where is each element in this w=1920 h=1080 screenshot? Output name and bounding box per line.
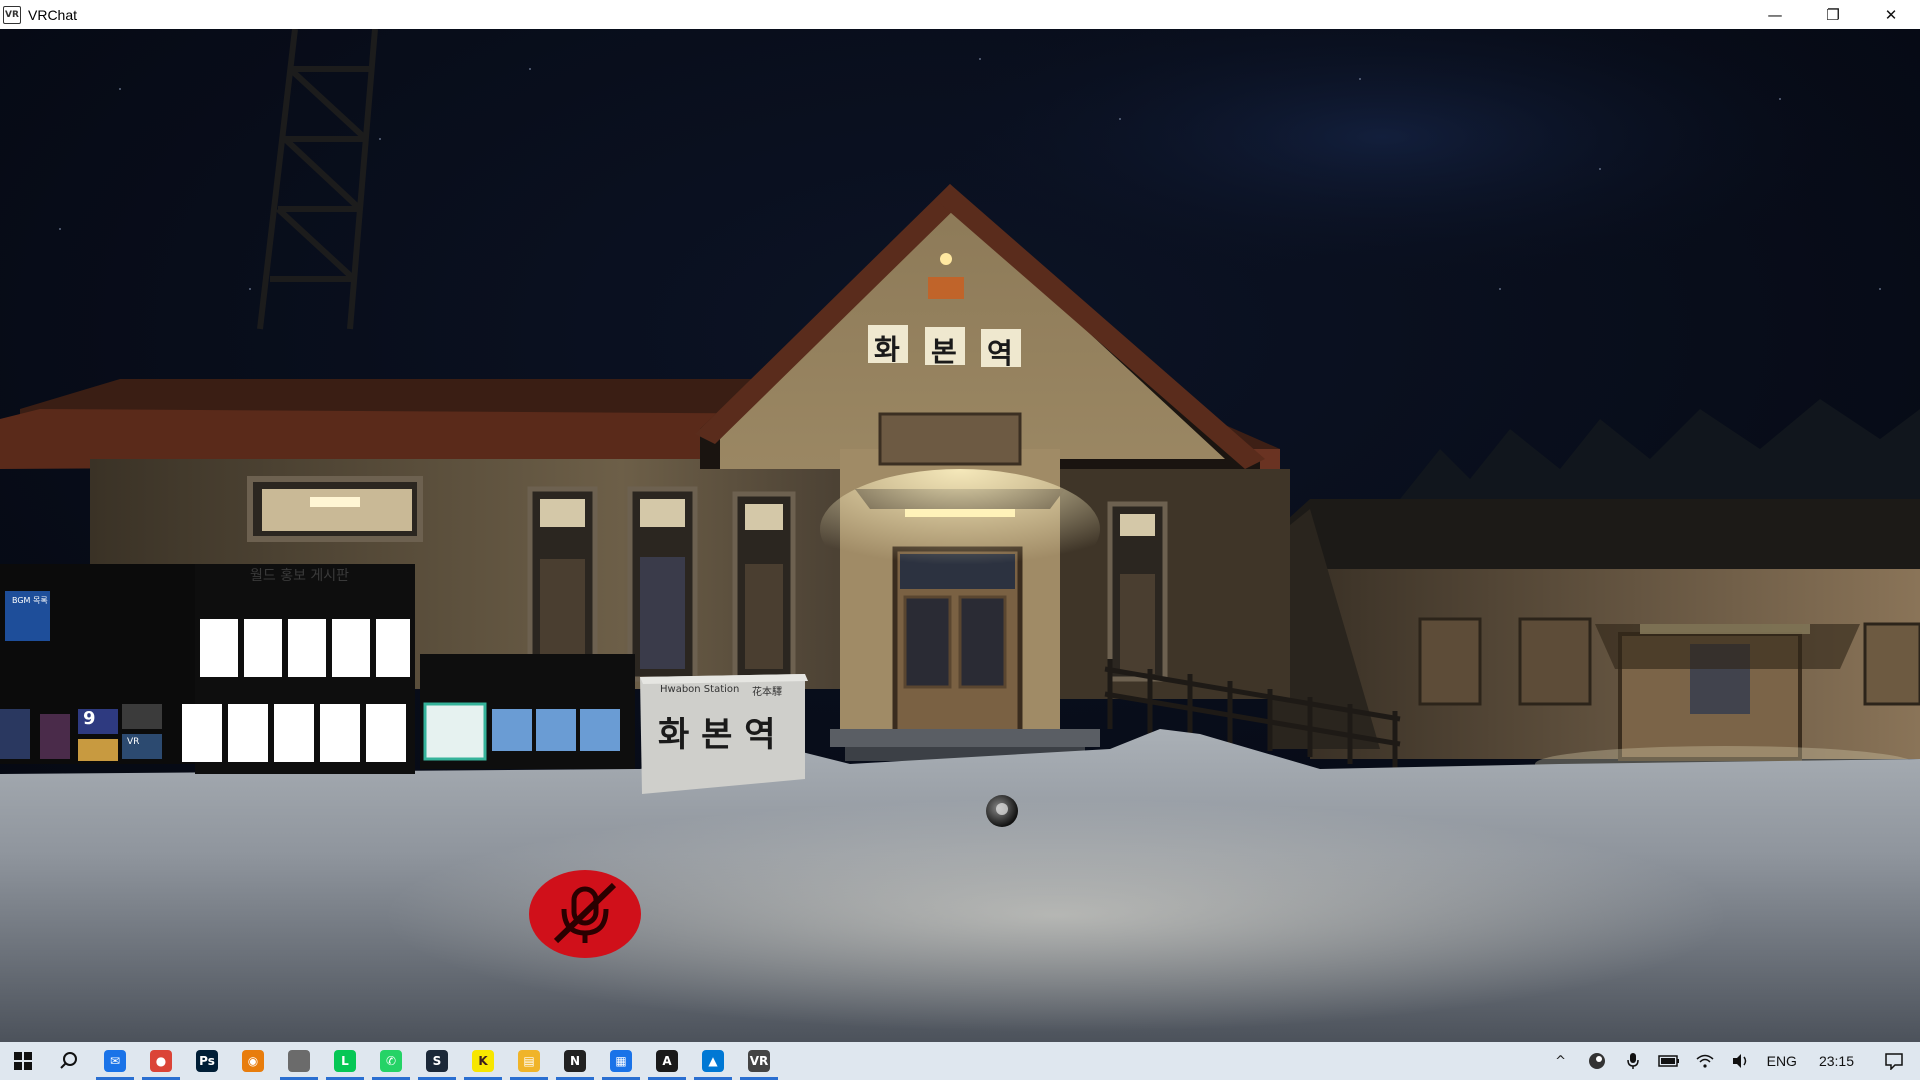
mail-icon: ✉ xyxy=(104,1050,126,1072)
volume-icon[interactable] xyxy=(1723,1042,1759,1080)
input-language[interactable]: ENG xyxy=(1759,1042,1805,1080)
microphone-muted-icon xyxy=(529,870,641,958)
search-button[interactable] xyxy=(46,1042,92,1080)
calendar-icon: ▦ xyxy=(610,1050,632,1072)
taskbar-app-file-explorer[interactable]: ▤ xyxy=(506,1042,552,1080)
apple-icon xyxy=(288,1050,310,1072)
photoshop-icon: Ps xyxy=(196,1050,218,1072)
taskbar-app-chrome[interactable]: ● xyxy=(138,1042,184,1080)
game-viewport[interactable]: 화 본 역 월드 홍보 게시판 BGM 목록 9 VR Hwabon Stati… xyxy=(0,29,1920,1042)
steam-icon: S xyxy=(426,1050,448,1072)
roof-sign-char-1: 화 xyxy=(874,333,900,366)
station-right-wall xyxy=(1060,469,1290,699)
system-tray: ^ ENG 23:15 xyxy=(1543,1042,1920,1080)
roof-sign-char-3: 역 xyxy=(987,337,1013,370)
poster-number: 9 xyxy=(83,708,96,729)
photos-icon: ▲ xyxy=(702,1050,724,1072)
wifi-icon[interactable] xyxy=(1687,1042,1723,1080)
poster-vr-label: VR xyxy=(127,737,140,747)
notice-board-header: 월드 홍보 게시판 xyxy=(250,568,350,584)
minimize-icon: — xyxy=(1767,5,1783,24)
taskbar-app-photos[interactable]: ▲ xyxy=(690,1042,736,1080)
blender-icon: ◉ xyxy=(242,1050,264,1072)
window-controls: — ❐ ✕ xyxy=(1746,0,1920,29)
taskbar-app-whatsapp[interactable]: ✆ xyxy=(368,1042,414,1080)
taskbar-app-line[interactable]: L xyxy=(322,1042,368,1080)
file-explorer-icon: ▤ xyxy=(518,1050,540,1072)
close-icon: ✕ xyxy=(1884,5,1898,24)
taskbar-app-photoshop[interactable]: Ps xyxy=(184,1042,230,1080)
notification-icon xyxy=(1885,1053,1903,1070)
taskbar-app-calendar[interactable]: ▦ xyxy=(598,1042,644,1080)
taskbar-app-blender[interactable]: ◉ xyxy=(230,1042,276,1080)
chrome-icon: ● xyxy=(150,1050,172,1072)
clock-time[interactable]: 23:15 xyxy=(1805,1042,1868,1080)
restore-button[interactable]: ❐ xyxy=(1804,0,1862,29)
search-icon xyxy=(60,1052,77,1069)
battery-icon[interactable] xyxy=(1651,1042,1687,1080)
station-stone-english: Hwabon Station xyxy=(660,684,740,695)
taskbar-app-acrobat[interactable]: A xyxy=(644,1042,690,1080)
game-scene xyxy=(0,29,1920,1042)
mute-indicator xyxy=(528,869,642,959)
vrchat-app-icon: VR xyxy=(3,5,21,24)
whatsapp-icon: ✆ xyxy=(380,1050,402,1072)
microphone-icon[interactable] xyxy=(1615,1042,1651,1080)
windows-logo-icon xyxy=(14,1052,32,1070)
title-bar[interactable]: VR VRChat — ❐ ✕ xyxy=(0,0,1920,29)
windows-taskbar: ✉ ● Ps ◉ L ✆ S K ▤ N ▦ A ▲ VR ^ ENG 23:15 xyxy=(0,1042,1920,1080)
tray-chevron-icon[interactable]: ^ xyxy=(1543,1042,1579,1080)
start-button[interactable] xyxy=(0,1042,46,1080)
station-stone-hanja: 花本驛 xyxy=(752,687,782,698)
poster-bgm-label: BGM 목록 xyxy=(12,596,48,605)
window-title: VRChat xyxy=(28,6,78,23)
taskbar-app-kakaotalk[interactable]: K xyxy=(460,1042,506,1080)
taskbar-app-vrchat[interactable]: VR xyxy=(736,1042,782,1080)
kakaotalk-icon: K xyxy=(472,1050,494,1072)
vrchat-icon: VR xyxy=(748,1050,770,1072)
taskbar-app-mail[interactable]: ✉ xyxy=(92,1042,138,1080)
steam-tray-icon[interactable] xyxy=(1579,1042,1615,1080)
minimize-button[interactable]: — xyxy=(1746,0,1804,29)
line-icon: L xyxy=(334,1050,356,1072)
notion-icon: N xyxy=(564,1050,586,1072)
taskbar-apps: ✉ ● Ps ◉ L ✆ S K ▤ N ▦ A ▲ VR xyxy=(92,1042,782,1080)
station-stone-korean: 화 본 역 xyxy=(658,715,776,755)
acrobat-icon: A xyxy=(656,1050,678,1072)
restore-icon: ❐ xyxy=(1826,5,1840,24)
taskbar-app-apple[interactable] xyxy=(276,1042,322,1080)
close-button[interactable]: ✕ xyxy=(1862,0,1920,29)
taskbar-app-steam[interactable]: S xyxy=(414,1042,460,1080)
taskbar-app-notion[interactable]: N xyxy=(552,1042,598,1080)
notification-center-button[interactable] xyxy=(1868,1042,1920,1080)
vrchat-window: VR VRChat — ❐ ✕ 화 본 역 월드 홍보 게시판 BGM 목록 9… xyxy=(0,0,1920,1080)
roof-sign-char-2: 본 xyxy=(931,335,957,368)
